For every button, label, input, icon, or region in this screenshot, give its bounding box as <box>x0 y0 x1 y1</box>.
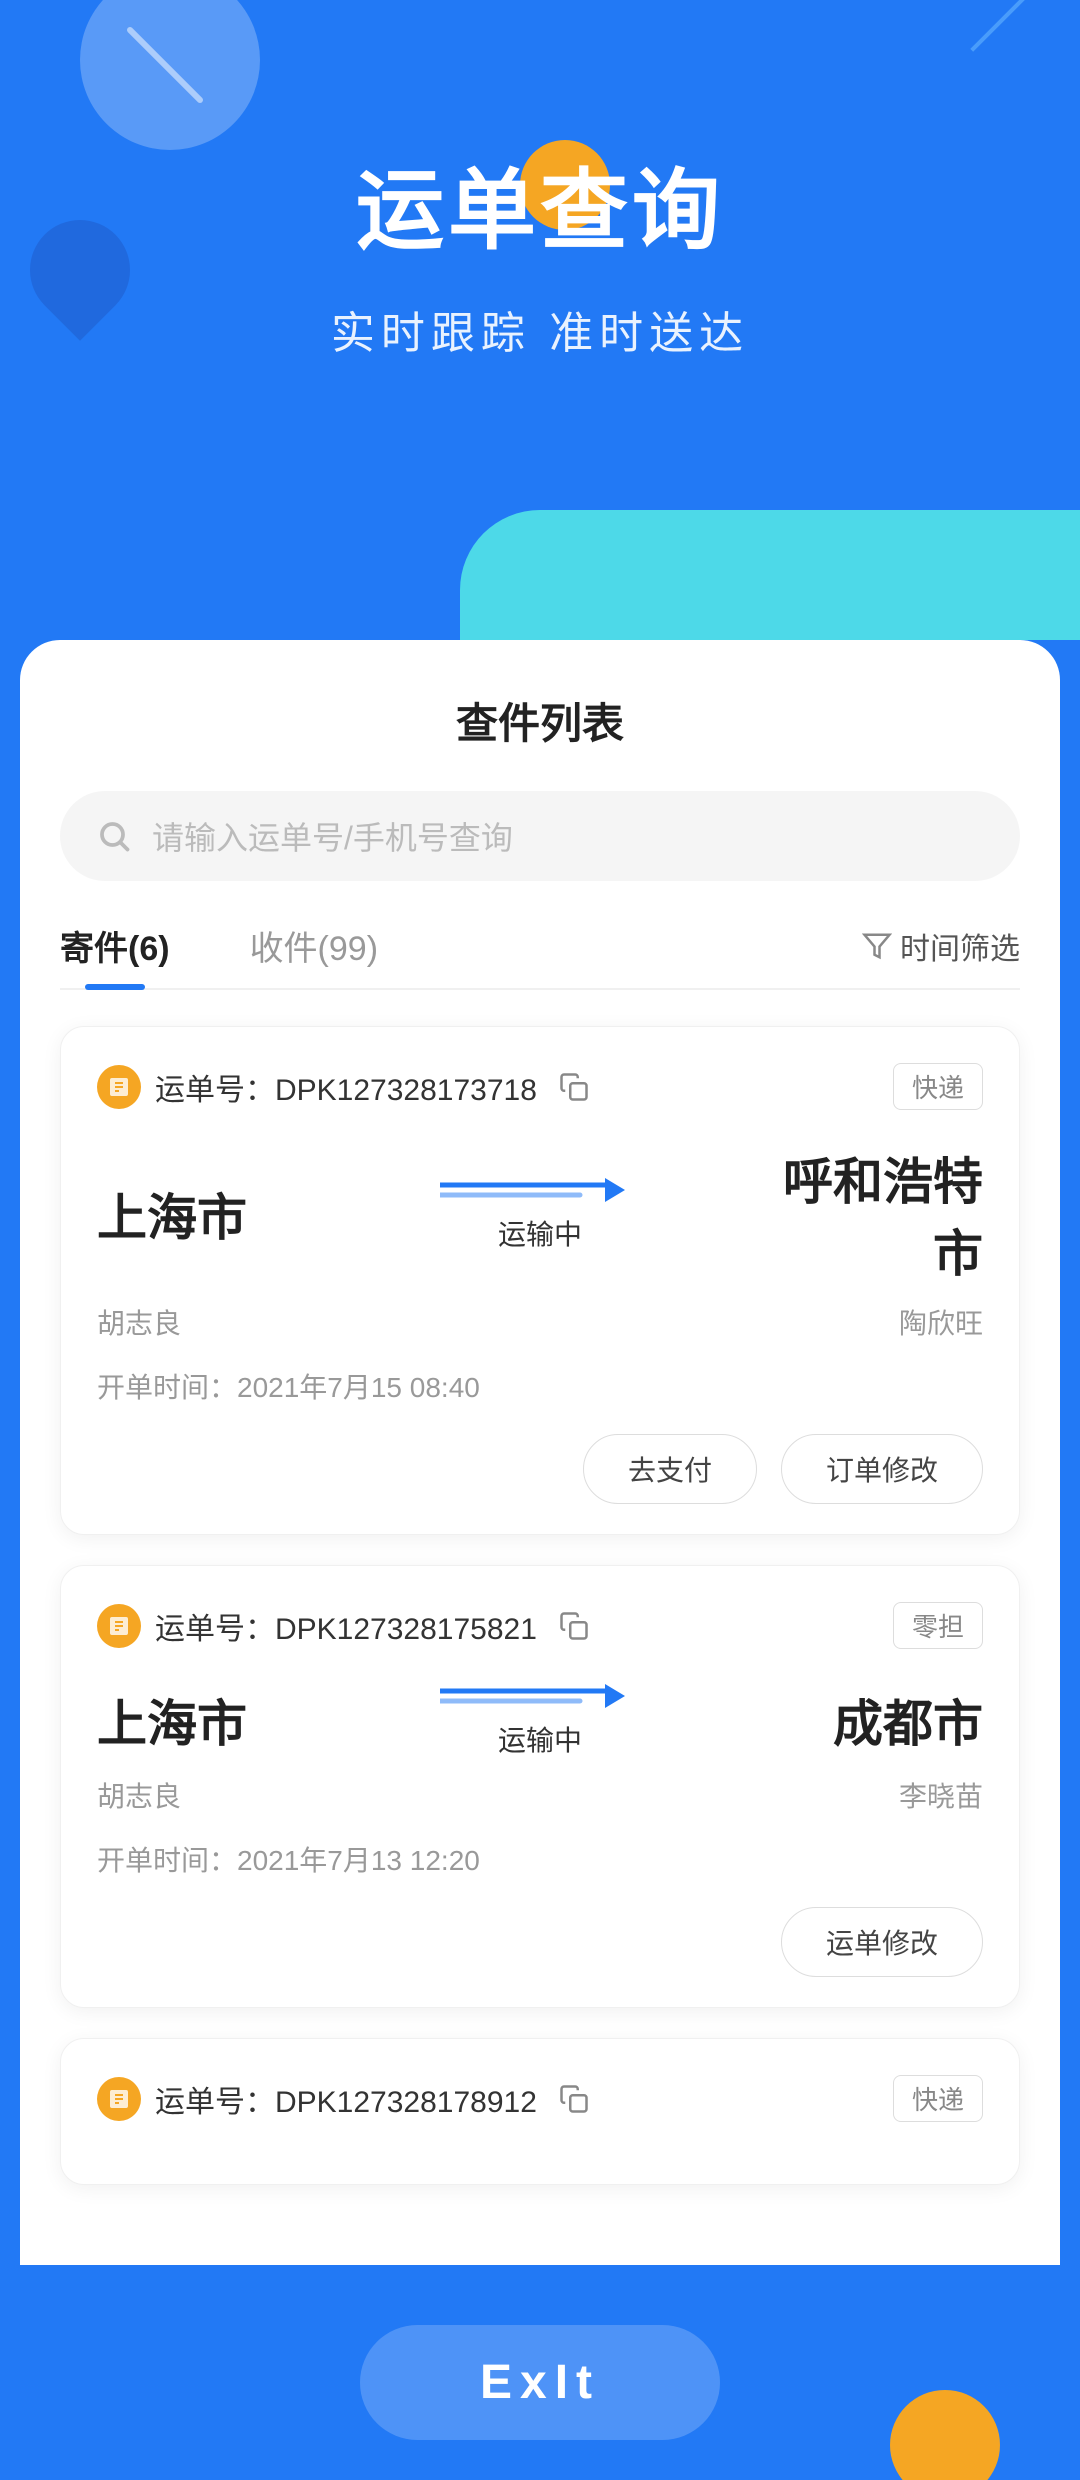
waybill-header-left-1: 运单号：DPK127328173718 <box>97 1065 589 1109</box>
from-name-1: 胡志良 <box>97 1302 317 1342</box>
main-card: 查件列表 请输入运单号/手机号查询 寄件(6) 收件(99) 时间筛选 <box>20 640 1060 2265</box>
bottom-area: ExIt <box>0 2265 1080 2480</box>
open-time-2: 开单时间：2021年7月13 12:20 <box>97 1839 983 1879</box>
waybill-number-2: 运单号：DPK127328175821 <box>155 1604 537 1648</box>
to-name-2: 李晓苗 <box>763 1775 983 1815</box>
waybill-header-left-3: 运单号：DPK127328178912 <box>97 2077 589 2121</box>
waybill-card-2: 运单号：DPK127328175821 零担 上海市 运输中 <box>60 1565 1020 2008</box>
from-city-2: 上海市 <box>97 1684 317 1756</box>
search-bar[interactable]: 请输入运单号/手机号查询 <box>60 791 1020 881</box>
waybill-icon-3 <box>97 2077 141 2121</box>
waybill-header-left-2: 运单号：DPK127328175821 <box>97 1604 589 1648</box>
waybill-tag-1: 快递 <box>893 1063 983 1110</box>
modify-button-1[interactable]: 订单修改 <box>781 1434 983 1504</box>
tab-sending[interactable]: 寄件(6) <box>60 921 170 988</box>
waybill-tag-2: 零担 <box>893 1602 983 1649</box>
to-city-2: 成都市 <box>763 1684 983 1756</box>
to-city-1: 呼和浩特市 <box>763 1142 983 1286</box>
copy-icon-2[interactable] <box>559 1611 589 1641</box>
cyan-wave <box>460 510 1080 640</box>
filter-label: 时间筛选 <box>900 924 1020 968</box>
route-status-1: 运输中 <box>498 1213 582 1253</box>
waybill-number-1: 运单号：DPK127328173718 <box>155 1065 537 1109</box>
time-filter[interactable]: 时间筛选 <box>862 924 1020 986</box>
waybill-icon-2 <box>97 1604 141 1648</box>
waybill-card-3: 运单号：DPK127328178912 快递 <box>60 2038 1020 2185</box>
open-time-1: 开单时间：2021年7月15 08:40 <box>97 1366 983 1406</box>
hero-circle-decoration <box>80 0 260 150</box>
action-row-1: 去支付 订单修改 <box>97 1434 983 1504</box>
hero-section: 运单查询 实时跟踪 准时送达 <box>0 0 1080 480</box>
action-row-2: 运单修改 <box>97 1907 983 1977</box>
arrow-svg-1 <box>440 1175 640 1205</box>
waybill-header-2: 运单号：DPK127328175821 零担 <box>97 1602 983 1649</box>
tabs-row: 寄件(6) 收件(99) 时间筛选 <box>60 921 1020 990</box>
waybill-icon-1 <box>97 1065 141 1109</box>
from-name-2: 胡志良 <box>97 1775 317 1815</box>
waybill-header-3: 运单号：DPK127328178912 快递 <box>97 2075 983 2122</box>
copy-icon-1[interactable] <box>559 1072 589 1102</box>
page-subtitle: 实时跟踪 准时送达 <box>60 297 1020 361</box>
exit-button[interactable]: ExIt <box>360 2325 720 2440</box>
waybill-card-1: 运单号：DPK127328173718 快递 上海市 运输中 <box>60 1026 1020 1535</box>
search-icon <box>96 818 132 854</box>
route-name-row-1: 胡志良 陶欣旺 <box>97 1302 983 1342</box>
waybill-header-1: 运单号：DPK127328173718 快递 <box>97 1063 983 1110</box>
page-title: 运单查询 <box>60 140 1020 267</box>
wave-transition <box>0 480 1080 640</box>
tab-receiving[interactable]: 收件(99) <box>250 921 378 988</box>
route-row-2: 上海市 运输中 成都市 <box>97 1681 983 1759</box>
modify-button-2[interactable]: 运单修改 <box>781 1907 983 1977</box>
pay-button-1[interactable]: 去支付 <box>583 1434 757 1504</box>
route-middle-2: 运输中 <box>317 1681 763 1759</box>
copy-icon-3[interactable] <box>559 2084 589 2114</box>
route-status-2: 运输中 <box>498 1719 582 1759</box>
route-arrow-1 <box>440 1175 640 1205</box>
route-row-1: 上海市 运输中 呼和浩特市 <box>97 1142 983 1286</box>
route-middle-1: 运输中 <box>317 1175 763 1253</box>
route-arrow-2 <box>440 1681 640 1711</box>
to-name-1: 陶欣旺 <box>763 1302 983 1342</box>
card-title: 查件列表 <box>60 690 1020 751</box>
search-placeholder: 请输入运单号/手机号查询 <box>152 813 513 859</box>
arrow-svg-2 <box>440 1681 640 1711</box>
waybill-number-3: 运单号：DPK127328178912 <box>155 2077 537 2121</box>
hero-line-decoration <box>970 0 1029 52</box>
waybill-tag-3: 快递 <box>893 2075 983 2122</box>
from-city-1: 上海市 <box>97 1178 317 1250</box>
filter-icon <box>862 931 892 961</box>
route-name-row-2: 胡志良 李晓苗 <box>97 1775 983 1815</box>
